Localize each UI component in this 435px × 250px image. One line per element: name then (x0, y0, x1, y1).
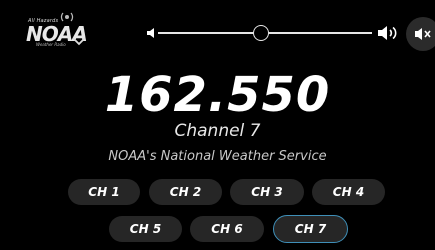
channel-button-7[interactable]: CH 7 (273, 215, 348, 243)
volume-slider-thumb[interactable] (252, 25, 269, 41)
logo-bottom-text: Weather Radio (36, 42, 66, 47)
volume-high-icon[interactable] (377, 25, 401, 41)
channel-button-4[interactable]: CH 4 (312, 179, 385, 205)
channel-button-2[interactable]: CH 2 (149, 179, 222, 205)
channel-label: Channel 7 (174, 121, 261, 141)
chevron-down-icon[interactable] (70, 34, 88, 48)
service-name: NOAA's National Weather Service (108, 149, 327, 164)
mute-button[interactable] (406, 17, 435, 51)
channel-button-5[interactable]: CH 5 (109, 216, 182, 242)
channel-button-1[interactable]: CH 1 (68, 179, 140, 205)
channel-button-3[interactable]: CH 3 (230, 179, 304, 205)
volume-slider[interactable] (158, 25, 372, 41)
channel-button-6[interactable]: CH 6 (190, 216, 264, 242)
noaa-logo[interactable]: All Hazards NOAA Weather Radio (24, 8, 90, 50)
mute-icon (415, 28, 431, 40)
frequency-display: 162.550 (104, 67, 331, 123)
